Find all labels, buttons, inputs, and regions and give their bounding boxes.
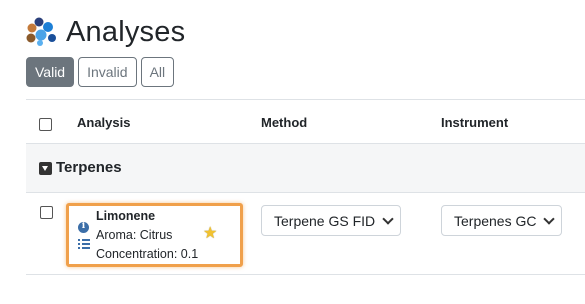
- method-select-value: Terpene GS FID: [274, 212, 376, 229]
- filter-valid-button[interactable]: Valid: [26, 57, 75, 87]
- group-divider: [26, 192, 585, 193]
- filter-invalid-button[interactable]: Invalid: [78, 57, 137, 87]
- analysis-aroma: Aroma: Citrus: [96, 228, 173, 242]
- group-label: Terpenes: [56, 159, 122, 176]
- analysis-concentration: Concentration: 0.1: [96, 247, 199, 261]
- group-row-terpenes[interactable]: Terpenes: [26, 144, 585, 192]
- collapse-caret-icon[interactable]: [39, 162, 52, 175]
- method-select[interactable]: Terpene GS FID: [261, 205, 401, 236]
- status-filter-group: Valid Invalid All: [26, 57, 175, 87]
- column-header-analysis[interactable]: Analysis: [77, 115, 130, 130]
- page-header: Analyses: [24, 12, 185, 52]
- filter-all-button[interactable]: All: [140, 57, 175, 87]
- analysis-name: Limonene: [96, 209, 156, 223]
- chevron-down-icon: [382, 213, 394, 225]
- star-icon[interactable]: ★: [203, 226, 217, 242]
- table-top-border: [26, 99, 585, 100]
- column-header-instrument[interactable]: Instrument: [441, 115, 508, 130]
- instrument-select[interactable]: Terpenes GC: [441, 205, 562, 236]
- analysis-cell-highlighted[interactable]: Limonene Aroma: Citrus Concentration: 0.…: [66, 203, 243, 267]
- row-divider: [26, 274, 585, 275]
- page-title: Analyses: [66, 15, 186, 48]
- info-icon[interactable]: [78, 221, 89, 233]
- row-checkbox[interactable]: [40, 206, 53, 219]
- instrument-select-value: Terpenes GC: [454, 212, 537, 229]
- column-header-method[interactable]: Method: [261, 115, 307, 130]
- select-all-checkbox[interactable]: [39, 118, 52, 131]
- molecule-icon: [24, 17, 60, 47]
- list-icon[interactable]: [78, 239, 90, 249]
- chevron-down-icon: [543, 213, 555, 225]
